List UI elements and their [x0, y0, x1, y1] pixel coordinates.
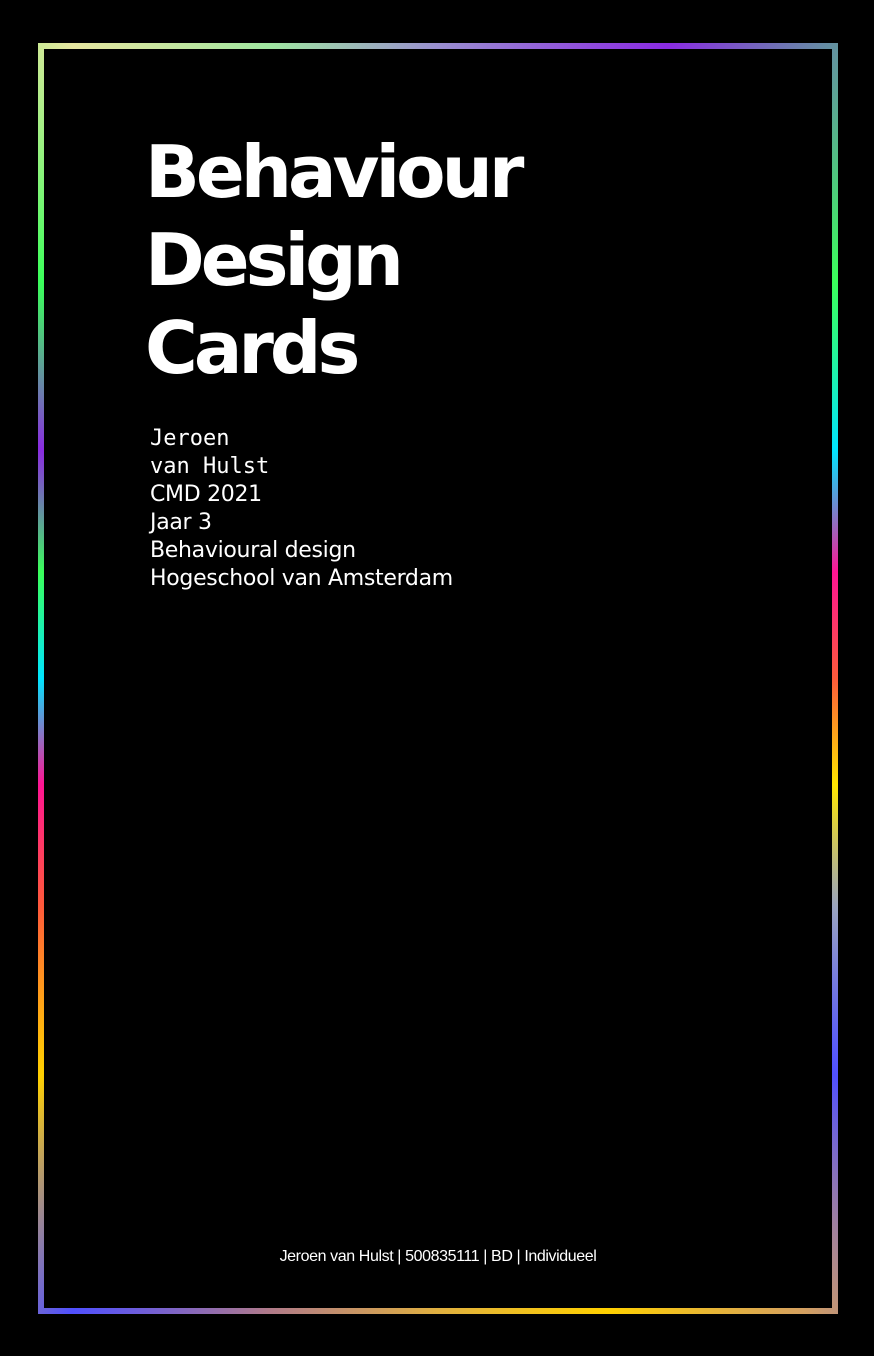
course-program: CMD 2021: [150, 482, 262, 507]
title-line-cards: Cards: [145, 306, 360, 390]
course-subject: Behavioural design: [150, 538, 356, 563]
course-info: CMD 2021 Jaar 3 Behavioural design Hoges…: [150, 481, 453, 593]
course-school: Hogeschool van Amsterdam: [150, 566, 453, 591]
author-first-name: Jeroen: [150, 426, 230, 451]
author-name: Jeroen van Hulst: [150, 425, 269, 481]
author-last-name: van Hulst: [150, 454, 270, 479]
title-line-design: Design: [145, 218, 404, 302]
title-line-behaviour: Behaviour: [145, 130, 524, 214]
footer-credit: Jeroen van Hulst | 500835111 | BD | Indi…: [279, 1248, 597, 1265]
card-title: Behaviour Design Cards: [145, 128, 524, 392]
course-year: Jaar 3: [150, 510, 212, 535]
